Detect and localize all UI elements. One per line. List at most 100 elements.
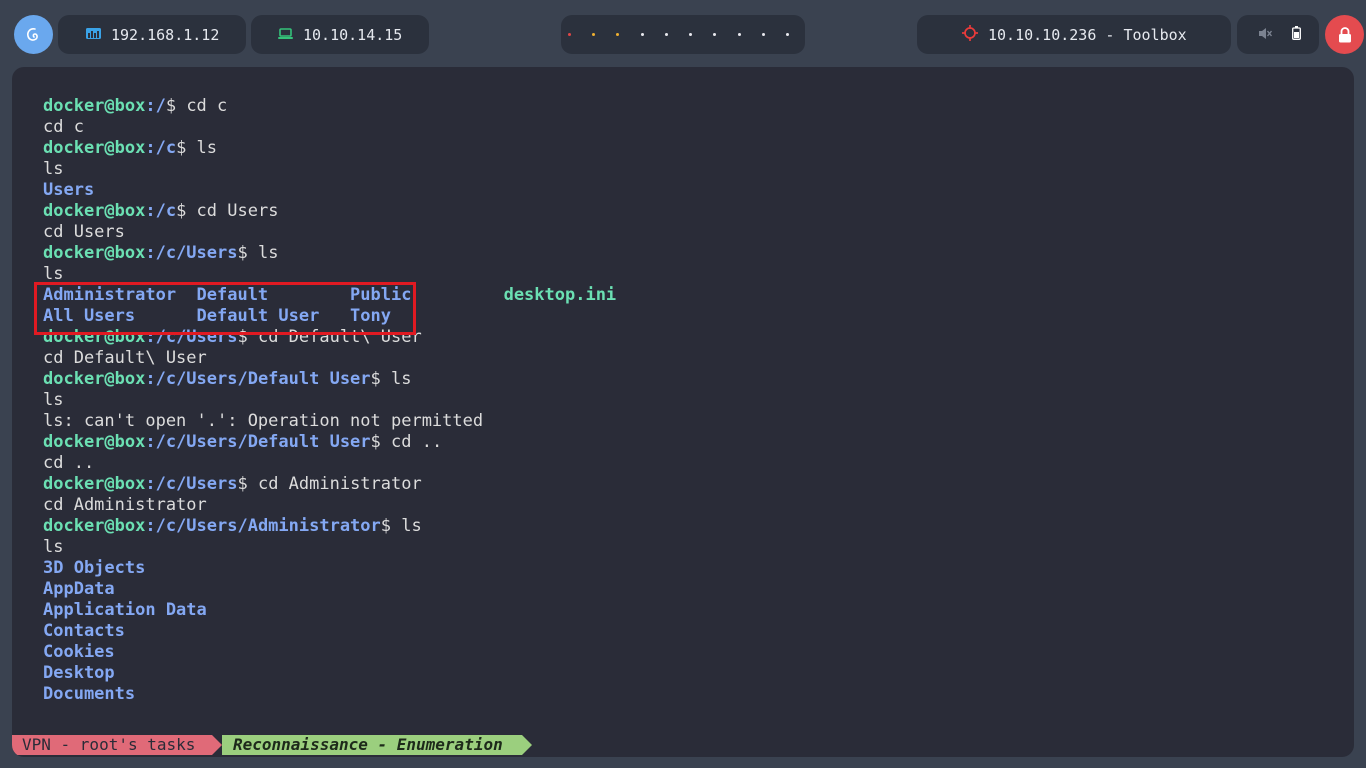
- workspace-dot-3[interactable]: [616, 33, 620, 36]
- directory-entry: Contacts: [43, 621, 125, 641]
- terminal-text: ls: [43, 264, 64, 284]
- prompt-path: :/c: [145, 201, 177, 221]
- terminal-line: Cookies: [43, 642, 616, 663]
- terminal-text: $ ls: [237, 243, 279, 263]
- terminal-line: docker@box:/$ cd c: [43, 96, 616, 117]
- terminal-line: cd ..: [43, 453, 616, 474]
- terminal-line: docker@box:/c/Users/Administrator$ ls: [43, 516, 616, 537]
- crosshair-icon: [962, 24, 978, 45]
- file-entry: desktop.ini: [503, 285, 617, 305]
- terminal-text: cd Users: [43, 222, 125, 242]
- workspace-dot-2[interactable]: [592, 33, 596, 36]
- prompt-user-host: docker@box: [43, 474, 146, 494]
- prompt-user-host: docker@box: [43, 138, 146, 158]
- directory-entry: Cookies: [43, 642, 115, 662]
- workspace-dot-8[interactable]: [737, 33, 741, 36]
- terminal-line: cd c: [43, 117, 616, 138]
- terminal-line: cd Administrator: [43, 495, 616, 516]
- terminal-text: cd Administrator: [43, 495, 207, 515]
- terminal-text: cd ..: [43, 453, 95, 473]
- prompt-user-host: docker@box: [43, 369, 146, 389]
- battery-icon[interactable]: [1292, 25, 1301, 44]
- prompt-path: :/c/Users: [145, 243, 238, 263]
- terminal-text: cd Default\ User: [43, 348, 207, 368]
- directory-entry: AppData: [43, 579, 115, 599]
- system-tray: [1237, 15, 1319, 54]
- prompt-user-host: docker@box: [43, 432, 146, 452]
- workspace-dot-9[interactable]: [761, 33, 765, 36]
- window-arrow: [522, 735, 532, 755]
- terminal-line: Contacts: [43, 621, 616, 642]
- prompt-path: :/c/Users/Default User: [145, 432, 371, 452]
- workspace-dot-4[interactable]: [640, 33, 644, 36]
- terminal-window[interactable]: docker@box:/$ cd c cd c docker@box:/c$ ls l…: [12, 67, 1354, 757]
- debian-swirl-icon: [26, 27, 38, 41]
- tmux-status-line: VPN - root's tasks Reconnaissance - Enum…: [12, 735, 612, 755]
- directory-entry: Documents: [43, 684, 136, 704]
- directory-entry: Users: [43, 180, 95, 200]
- terminal-text: $ cd ..: [370, 432, 443, 452]
- laptop-icon: [278, 26, 293, 44]
- lock-icon: [1338, 26, 1351, 42]
- terminal-line: docker@box:/c$ ls: [43, 138, 616, 159]
- prompt-user-host: docker@box: [43, 96, 146, 116]
- terminal-line: ls: can't open '.': Operation not permit…: [43, 411, 616, 432]
- lock-button[interactable]: [1325, 15, 1364, 54]
- terminal-text: cd c: [43, 117, 84, 137]
- terminal-line: ls: [43, 390, 616, 411]
- prompt-path: :/c/Users/Default User: [145, 369, 371, 389]
- vpn-ip-pill[interactable]: 10.10.14.15: [251, 15, 429, 54]
- workspace-dot-10[interactable]: [785, 33, 789, 36]
- terminal-text: $ ls: [380, 516, 422, 536]
- terminal-line: docker@box:/c/Users/Default User$ ls: [43, 369, 616, 390]
- debian-logo-button[interactable]: [14, 15, 53, 54]
- terminal-text: $ cd Administrator: [237, 474, 422, 494]
- target-text: 10.10.10.236 - Toolbox: [988, 25, 1187, 44]
- local-ip-pill[interactable]: 192.168.1.12: [58, 15, 246, 54]
- vpn-ip-text: 10.10.14.15: [303, 25, 403, 44]
- prompt-path: :/: [145, 96, 166, 116]
- workspace-dot-5[interactable]: [664, 33, 668, 36]
- users-highlight-box: [34, 282, 416, 335]
- terminal-line: 3D Objects: [43, 558, 616, 579]
- terminal-line: AppData: [43, 579, 616, 600]
- session-arrow: [212, 735, 222, 755]
- network-icon: [86, 26, 101, 44]
- prompt-user-host: docker@box: [43, 516, 146, 536]
- prompt-path: :/c/Users: [145, 474, 238, 494]
- terminal-text: ls: [43, 390, 64, 410]
- terminal-text: $ ls: [176, 138, 218, 158]
- workspace-dot-7[interactable]: [713, 33, 717, 36]
- prompt-path: :/c: [145, 138, 177, 158]
- muted-speaker-icon[interactable]: [1258, 26, 1273, 44]
- terminal-text: ls: [43, 159, 64, 179]
- workspace-dot-1[interactable]: [568, 33, 571, 36]
- local-ip-text: 192.168.1.12: [111, 25, 220, 44]
- terminal-line: docker@box:/c/Users$ ls: [43, 243, 616, 264]
- prompt-user-host: docker@box: [43, 243, 146, 263]
- directory-entry: Application Data: [43, 600, 207, 620]
- prompt-user-host: docker@box: [43, 201, 146, 221]
- terminal-line: ls: [43, 159, 616, 180]
- target-pill[interactable]: 10.10.10.236 - Toolbox: [917, 15, 1231, 54]
- session-name[interactable]: VPN - root's tasks: [12, 735, 212, 755]
- terminal-line: cd Users: [43, 222, 616, 243]
- terminal-line: Application Data: [43, 600, 616, 621]
- terminal-output: docker@box:/$ cd c cd c docker@box:/c$ ls l…: [43, 96, 616, 705]
- terminal-line: docker@box:/c$ cd Users: [43, 201, 616, 222]
- terminal-text: ls: can't open '.': Operation not permit…: [43, 411, 484, 431]
- terminal-line: Documents: [43, 684, 616, 705]
- prompt-path: :/c/Users/Administrator: [145, 516, 381, 536]
- terminal-line: docker@box:/c/Users$ cd Administrator: [43, 474, 616, 495]
- directory-entry: 3D Objects: [43, 558, 146, 578]
- workspace-switcher[interactable]: [561, 15, 805, 54]
- terminal-line: Desktop: [43, 663, 616, 684]
- terminal-text: ls: [43, 537, 64, 557]
- terminal-text: $ ls: [370, 369, 412, 389]
- workspace-dot-6[interactable]: [689, 33, 693, 36]
- terminal-text: $ cd Users: [176, 201, 279, 221]
- terminal-line: docker@box:/c/Users/Default User$ cd ..: [43, 432, 616, 453]
- terminal-line: cd Default\ User: [43, 348, 616, 369]
- terminal-line: Users: [43, 180, 616, 201]
- window-name[interactable]: Reconnaissance - Enumeration: [222, 735, 522, 755]
